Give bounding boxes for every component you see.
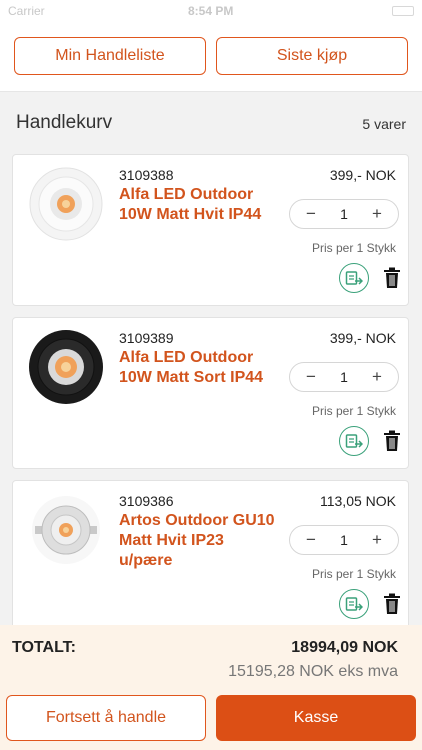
cart-header: Handlekurv 5 varer: [16, 108, 406, 138]
clock: 8:54 PM: [188, 4, 234, 18]
product-image[interactable]: [29, 330, 103, 404]
continue-shopping-button[interactable]: Fortsett å handle: [6, 695, 206, 741]
increase-button[interactable]: +: [370, 531, 384, 548]
item-sku: 3109389: [119, 330, 174, 346]
increase-button[interactable]: +: [370, 205, 384, 222]
status-bar: Carrier 8:54 PM: [0, 0, 422, 22]
quantity-stepper: − 1 +: [289, 199, 399, 229]
total-ex-vat: 15195,28 NOK eks mva: [228, 663, 398, 680]
item-name[interactable]: Alfa LED Outdoor 10W Matt Hvit IP44: [119, 185, 279, 225]
item-price: 113,05 NOK: [319, 493, 396, 509]
increase-button[interactable]: +: [370, 368, 384, 385]
unit-price-label: Pris per 1 Stykk: [311, 404, 396, 418]
battery-icon: [392, 6, 414, 16]
trash-icon[interactable]: [383, 430, 401, 452]
checkout-button[interactable]: Kasse: [216, 695, 416, 741]
quantity-stepper: − 1 +: [289, 362, 399, 392]
move-to-list-icon[interactable]: [339, 589, 369, 619]
carrier-label: Carrier: [8, 4, 45, 18]
decrease-button[interactable]: −: [304, 205, 318, 222]
decrease-button[interactable]: −: [304, 368, 318, 385]
quantity-value: 1: [340, 532, 348, 548]
top-bar: Min Handleliste Siste kjøp: [0, 22, 422, 92]
total-value: 18994,09 NOK: [291, 639, 398, 656]
quantity-value: 1: [340, 369, 348, 385]
product-image[interactable]: [29, 167, 103, 241]
trash-icon[interactable]: [383, 267, 401, 289]
item-price: 399,- NOK: [329, 330, 396, 346]
decrease-button[interactable]: −: [304, 531, 318, 548]
item-price: 399,- NOK: [329, 167, 396, 183]
item-name[interactable]: Artos Outdoor GU10 Matt Hvit IP23 u/pære: [119, 511, 279, 571]
checkout-footer: TOTALT: 18994,09 NOK 15195,28 NOK eks mv…: [0, 625, 422, 750]
product-image[interactable]: [29, 493, 103, 567]
trash-icon[interactable]: [383, 593, 401, 615]
quantity-stepper: − 1 +: [289, 525, 399, 555]
cart-count: 5 varer: [362, 116, 406, 132]
move-to-list-icon[interactable]: [339, 426, 369, 456]
total-label: TOTALT:: [12, 639, 76, 656]
cart-item: 3109388 Alfa LED Outdoor 10W Matt Hvit I…: [12, 154, 409, 306]
quantity-value: 1: [340, 206, 348, 222]
item-sku: 3109386: [119, 493, 174, 509]
shopping-list-button[interactable]: Min Handleliste: [14, 37, 206, 75]
unit-price-label: Pris per 1 Stykk: [311, 567, 396, 581]
cart-title: Handlekurv: [16, 112, 113, 133]
item-sku: 3109388: [119, 167, 174, 183]
cart-item: 3109389 Alfa LED Outdoor 10W Matt Sort I…: [12, 317, 409, 469]
item-name[interactable]: Alfa LED Outdoor 10W Matt Sort IP44: [119, 348, 279, 388]
unit-price-label: Pris per 1 Stykk: [311, 241, 396, 255]
cart-item: 3109386 Artos Outdoor GU10 Matt Hvit IP2…: [12, 480, 409, 632]
move-to-list-icon[interactable]: [339, 263, 369, 293]
last-purchase-button[interactable]: Siste kjøp: [216, 37, 408, 75]
